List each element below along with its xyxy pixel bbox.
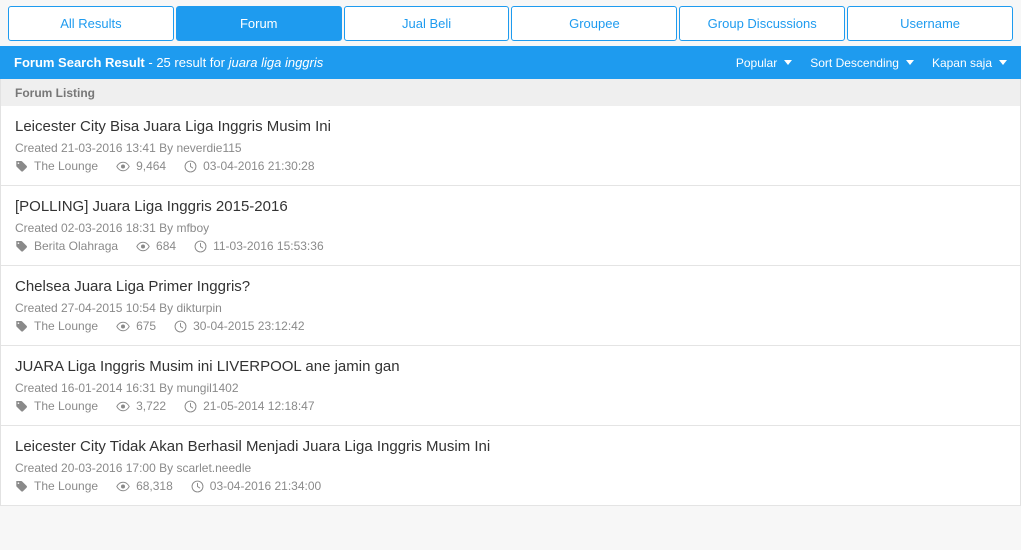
tab-groupee[interactable]: Groupee [511,6,678,41]
result-views: 3,722 [116,398,166,414]
tab-label: Group Discussions [707,16,817,31]
clock-icon [194,240,207,253]
result-category[interactable]: Berita Olahraga [15,238,118,254]
tag-icon [15,480,28,493]
dropdown-label: Popular [735,55,778,70]
result-views-text: 3,722 [136,399,167,413]
result-created-info: Created 20-03-2016 17:00 By scarlet.need… [15,461,252,475]
result-category[interactable]: The Lounge [15,398,98,414]
eye-icon [116,400,130,413]
tab-label: All Results [60,16,122,31]
tab-label: Jual Beli [402,16,452,31]
result-last-post: 03-04-2016 21:34:00 [191,478,321,494]
result-title-link[interactable]: Chelsea Juara Liga Primer Inggris? [15,278,1006,296]
result-created-info: Created 21-03-2016 13:41 By neverdie115 [15,141,242,155]
result-last-post: 21-05-2014 12:18:47 [184,398,315,414]
tag-icon [15,320,28,333]
result-category-text: The Lounge [34,399,99,413]
forum-result-item[interactable]: Chelsea Juara Liga Primer Inggris? Create… [1,266,1020,346]
result-meta-row: Berita Olahraga 684 11-03-2016 15:53:36 [15,238,1006,254]
dropdown-popular[interactable]: Popular [735,55,793,70]
tab-group-discussions[interactable]: Group Discussions [679,6,846,41]
tab-username[interactable]: Username [847,6,1013,41]
search-result-title: Forum Search Result [14,55,145,70]
tab-label: Groupee [569,16,620,31]
search-result-controls: Popular Sort Descending Kapan saja [736,56,1007,70]
result-category-text: The Lounge [34,319,99,333]
result-category[interactable]: The Lounge [15,158,98,174]
dropdown-label: Sort Descending [810,55,899,70]
forum-listing-header: Forum Listing [0,79,1021,106]
result-created-info: Created 16-01-2014 16:31 By mungil1402 [15,381,239,395]
result-last-post: 11-03-2016 15:53:36 [194,238,324,254]
tag-icon [15,160,28,173]
tab-label: Username [900,16,961,31]
eye-icon [116,480,130,493]
result-views-text: 675 [136,319,157,333]
result-last-post-text: 11-03-2016 15:53:36 [213,239,324,253]
result-category-text: The Lounge [34,479,99,493]
result-views: 684 [136,238,176,254]
clock-icon [174,320,187,333]
forum-listing-label: Forum Listing [15,85,95,100]
result-views: 9,464 [116,158,166,174]
tab-jual-beli[interactable]: Jual Beli [343,6,510,41]
dropdown-label: Kapan saja [931,55,992,70]
clock-icon [191,480,204,493]
result-views: 68,318 [116,478,173,494]
result-title-link[interactable]: Leicester City Tidak Akan Berhasil Menja… [15,438,1006,456]
eye-icon [116,320,130,333]
result-title-link[interactable]: [POLLING] Juara Liga Inggris 2015-2016 [15,198,1006,216]
result-views: 675 [116,318,156,334]
result-meta-row: The Lounge 68,318 03-04-2016 21:34:00 [15,478,1006,494]
chevron-down-icon [999,60,1007,65]
result-last-post-text: 03-04-2016 21:30:28 [203,159,315,173]
result-title-link[interactable]: Leicester City Bisa Juara Liga Inggris M… [15,118,1006,136]
result-views-text: 68,318 [136,479,173,493]
result-last-post: 03-04-2016 21:30:28 [184,158,315,174]
result-category-text: The Lounge [34,159,99,173]
tab-all-results[interactable]: All Results [8,6,174,41]
search-scope-tabs: All Results Forum Jual Beli Groupee Group Di… [0,0,1021,46]
result-views-text: 9,464 [136,159,167,173]
result-created-info: Created 27-04-2015 10:54 By dikturpin [15,301,222,315]
result-category-text: Berita Olahraga [34,239,119,253]
chevron-down-icon [905,60,914,65]
result-meta-row: The Lounge 9,464 03-04-2016 21:30:28 [15,158,1006,174]
result-title-link[interactable]: JUARA Liga Inggris Musim ini LIVERPOOL a… [15,358,1006,376]
forum-results-list: Leicester City Bisa Juara Liga Inggris M… [0,106,1021,506]
tab-forum[interactable]: Forum [175,6,342,41]
clock-icon [184,400,197,413]
result-created-info: Created 02-03-2016 18:31 By mfboy [15,221,210,235]
result-last-post: 30-04-2015 23:12:42 [174,318,305,334]
search-result-header: Forum Search Result - 25 result for juar… [0,46,1021,79]
result-category[interactable]: The Lounge [15,318,98,334]
chevron-down-icon [784,60,793,65]
search-result-count: - 25 result for [144,55,229,70]
search-result-query: juara liga inggris [228,55,324,70]
eye-icon [136,240,150,253]
forum-result-item[interactable]: Leicester City Tidak Akan Berhasil Menja… [1,426,1020,506]
tag-icon [15,240,28,253]
tag-icon [15,400,28,413]
tab-label: Forum [239,16,278,31]
result-last-post-text: 03-04-2016 21:34:00 [209,479,322,493]
forum-result-item[interactable]: Leicester City Bisa Juara Liga Inggris M… [1,106,1020,186]
dropdown-sort-descending[interactable]: Sort Descending [810,56,914,70]
forum-result-item[interactable]: [POLLING] Juara Liga Inggris 2015-2016 Cr… [1,186,1020,266]
dropdown-kapan-saja[interactable]: Kapan saja [932,56,1007,70]
result-category[interactable]: The Lounge [15,478,98,494]
result-last-post-text: 21-05-2014 12:18:47 [203,399,315,413]
forum-result-item[interactable]: JUARA Liga Inggris Musim ini LIVERPOOL a… [1,346,1020,426]
result-meta-row: The Lounge 675 30-04-2015 23:12:42 [15,318,1006,334]
eye-icon [116,160,130,173]
result-views-text: 684 [156,239,177,253]
search-result-summary: Forum Search Result - 25 result for juar… [14,55,323,70]
result-last-post-text: 30-04-2015 23:12:42 [193,319,305,333]
result-meta-row: The Lounge 3,722 21-05-2014 12:18:47 [15,398,1006,414]
clock-icon [184,160,197,173]
